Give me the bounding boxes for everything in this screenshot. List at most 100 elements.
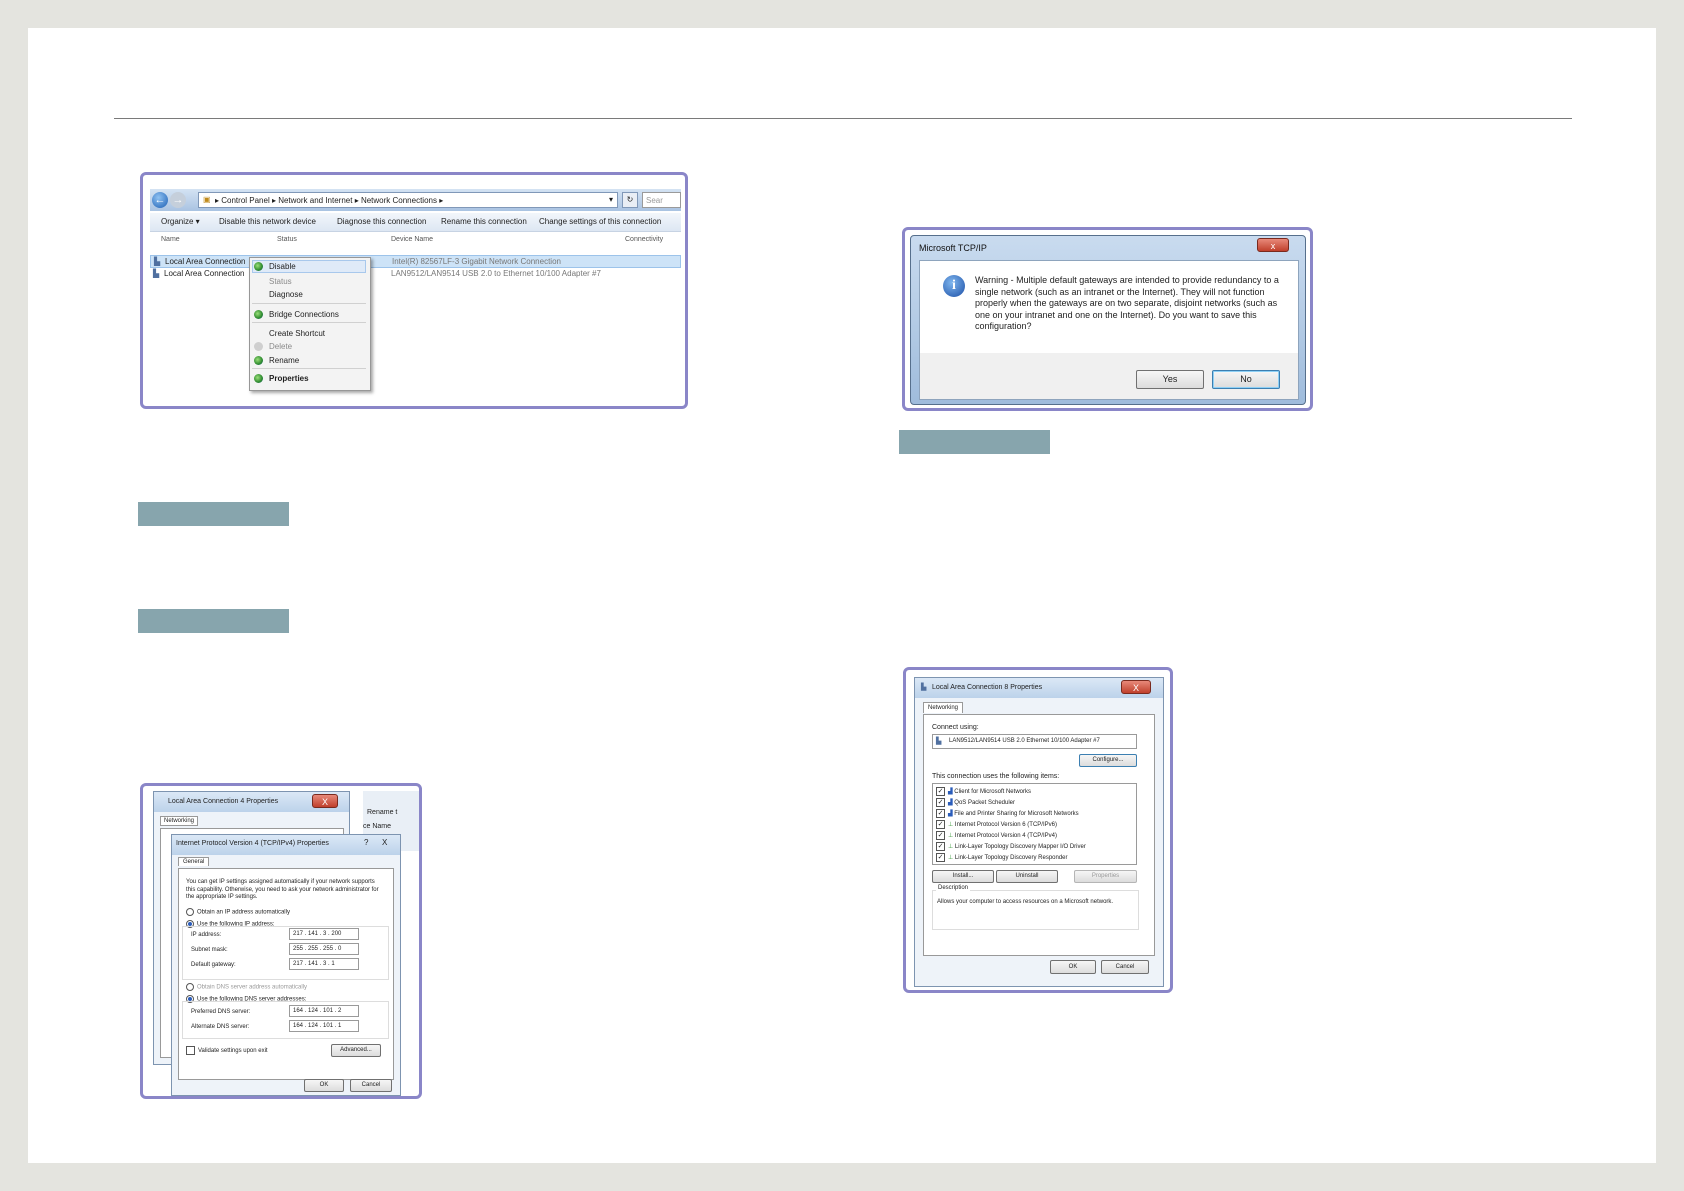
preferred-dns-field[interactable]: 164 . 124 . 101 . 2 <box>289 1005 359 1017</box>
shield-icon <box>254 310 263 320</box>
tab-networking[interactable]: Networking <box>160 816 199 826</box>
address-field[interactable]: ▣ ▸ Control Panel ▸ Network and Internet… <box>198 192 618 208</box>
organize-button[interactable]: Organize ▾ <box>161 217 200 226</box>
section-bar <box>138 502 289 526</box>
list-item[interactable]: ✓ ⊥ Internet Protocol Version 6 (TCP/IPv6… <box>936 820 1057 829</box>
lan8-panel: Connect using: ▙ LAN9512/LAN9514 USB 2.0… <box>923 714 1155 956</box>
default-gateway-field[interactable]: 217 . 141 . 3 . 1 <box>289 958 359 970</box>
menu-item-disable[interactable]: Disable <box>254 262 296 272</box>
close-icon[interactable]: X <box>312 794 338 808</box>
connection-name: Local Area Connection <box>164 269 245 278</box>
menu-item-create-shortcut[interactable]: Create Shortcut <box>269 329 325 338</box>
adapter-field: ▙ LAN9512/LAN9514 USB 2.0 Ethernet 10/10… <box>932 734 1137 749</box>
warning-message: Warning - Multiple default gateways are … <box>975 275 1279 331</box>
rename-button[interactable]: Rename this connection <box>441 217 527 226</box>
table-row[interactable]: ▙ Local Area Connection Intel(R) 82567LF… <box>150 255 681 268</box>
ipv4-properties-window: Internet Protocol Version 4 (TCP/IPv4) P… <box>171 834 401 1096</box>
network-adapter-icon: ▙ <box>936 738 942 745</box>
column-status[interactable]: Status <box>277 236 297 243</box>
diagnose-button[interactable]: Diagnose this connection <box>337 217 426 226</box>
tab-networking[interactable]: Networking <box>923 702 964 713</box>
menu-item-status[interactable]: Status <box>269 277 292 286</box>
ipv4-panel: You can get IP settings assigned automat… <box>178 868 394 1080</box>
list-item[interactable]: ✓ ⊥ Link-Layer Topology Discovery Mapper … <box>936 842 1086 851</box>
subnet-mask-field[interactable]: 255 . 255 . 255 . 0 <box>289 943 359 955</box>
ip-label: IP address: <box>191 932 222 938</box>
search-input[interactable]: Sear <box>642 192 681 208</box>
column-connectivity[interactable]: Connectivity <box>625 236 663 243</box>
back-arrow-icon[interactable]: ← <box>152 192 168 208</box>
close-icon[interactable]: X <box>382 838 387 847</box>
cancel-button[interactable]: Cancel <box>1101 960 1149 974</box>
section-bar <box>899 430 1050 454</box>
description-text: Allows your computer to access resources… <box>937 899 1114 905</box>
list-item[interactable]: ✓ ▟ Client for Microsoft Networks <box>936 787 1031 796</box>
menu-item-rename[interactable]: Rename <box>254 356 299 366</box>
yes-button[interactable]: Yes <box>1136 370 1204 389</box>
lan4-title: Local Area Connection 4 Properties <box>168 798 279 805</box>
warning-dialog: Microsoft TCP/IP x i Warning - Multiple … <box>910 235 1306 405</box>
forward-arrow-icon[interactable]: → <box>170 192 186 208</box>
alternate-dns-field[interactable]: 164 . 124 . 101 . 1 <box>289 1020 359 1032</box>
list-item[interactable]: ✓ ⊥ Link-Layer Topology Discovery Respond… <box>936 853 1068 862</box>
breadcrumb-item[interactable]: Control Panel <box>221 196 269 205</box>
dropdown-arrow-icon[interactable]: ▾ <box>609 195 613 204</box>
dialog-title: Microsoft TCP/IP <box>919 243 987 253</box>
help-icon[interactable]: ? <box>364 838 368 847</box>
shield-icon <box>254 356 263 366</box>
connection-name: Local Area Connection <box>165 257 246 266</box>
breadcrumb-item[interactable]: Network Connections <box>361 196 437 205</box>
menu-item-bridge[interactable]: Bridge Connections <box>254 310 339 320</box>
refresh-icon[interactable]: ↻ <box>622 192 638 208</box>
ok-button[interactable]: OK <box>304 1079 344 1092</box>
uninstall-button[interactable]: Uninstall <box>996 870 1058 883</box>
protocol-icon: ⊥ <box>948 833 954 840</box>
gateway-label: Default gateway: <box>191 962 236 968</box>
rename-label: Rename t <box>367 809 398 816</box>
ipv4-properties-screenshot: Local Area Connection 4 Properties X Net… <box>140 783 422 1099</box>
ipv4-title: Internet Protocol Version 4 (TCP/IPv4) P… <box>176 840 329 847</box>
device-name: LAN9512/LAN9514 USB 2.0 to Ethernet 10/1… <box>391 269 601 278</box>
preferred-dns-label: Preferred DNS server: <box>191 1009 251 1015</box>
auto-ip-radio[interactable]: Obtain an IP address automatically <box>186 908 290 916</box>
items-label: This connection uses the following items… <box>932 773 1060 780</box>
validate-checkbox[interactable]: Validate settings upon exit <box>186 1046 268 1055</box>
tab-general[interactable]: General <box>178 857 210 866</box>
column-name[interactable]: Name <box>161 236 180 243</box>
change-settings-button[interactable]: Change settings of this connection <box>539 217 661 226</box>
menu-item-diagnose[interactable]: Diagnose <box>269 290 303 299</box>
ip-intro-text: You can get IP settings assigned automat… <box>186 879 379 900</box>
close-icon[interactable]: X <box>1121 680 1151 694</box>
adapter-name: LAN9512/LAN9514 USB 2.0 Ethernet 10/100 … <box>949 738 1100 744</box>
ip-address-field[interactable]: 217 . 141 . 3 . 200 <box>289 928 359 940</box>
menu-separator <box>252 322 366 323</box>
install-button[interactable]: Install... <box>932 870 994 883</box>
section-bar <box>138 609 289 633</box>
protocol-icon: ⊥ <box>948 855 954 862</box>
cancel-button[interactable]: Cancel <box>350 1079 392 1092</box>
menu-item-delete[interactable]: Delete <box>254 342 292 352</box>
advanced-button[interactable]: Advanced... <box>331 1044 381 1057</box>
no-button[interactable]: No <box>1212 370 1280 389</box>
list-item[interactable]: ✓ ▟ File and Printer Sharing for Microsof… <box>936 809 1079 818</box>
menu-separator <box>252 368 366 369</box>
lan8-title: Local Area Connection 8 Properties <box>932 684 1043 691</box>
list-item[interactable]: ✓ ⊥ Internet Protocol Version 4 (TCP/IPv4… <box>936 831 1057 840</box>
protocol-icon: ⊥ <box>948 822 954 829</box>
table-row[interactable]: ▙ Local Area Connection LAN9512/LAN9514 … <box>150 268 681 281</box>
column-device[interactable]: Device Name <box>391 236 433 243</box>
disable-device-button[interactable]: Disable this network device <box>219 217 316 226</box>
address-bar-area: ← → ▣ ▸ Control Panel ▸ Network and Inte… <box>150 189 681 211</box>
dialog-body: i Warning - Multiple default gateways ar… <box>919 260 1299 400</box>
close-icon[interactable]: x <box>1257 238 1289 252</box>
menu-item-properties[interactable]: Properties <box>254 374 309 384</box>
list-item[interactable]: ✓ ▟ QoS Packet Scheduler <box>936 798 1015 807</box>
auto-dns-radio[interactable]: Obtain DNS server address automatically <box>186 983 307 991</box>
ok-button[interactable]: OK <box>1050 960 1096 974</box>
configure-button[interactable]: Configure... <box>1079 754 1137 767</box>
connect-using-label: Connect using: <box>932 724 979 731</box>
network-adapter-icon: ▙ <box>154 257 161 266</box>
ipv4-titlebar: Internet Protocol Version 4 (TCP/IPv4) P… <box>172 835 400 855</box>
properties-button[interactable]: Properties <box>1074 870 1137 883</box>
breadcrumb-item[interactable]: Network and Internet <box>278 196 352 205</box>
